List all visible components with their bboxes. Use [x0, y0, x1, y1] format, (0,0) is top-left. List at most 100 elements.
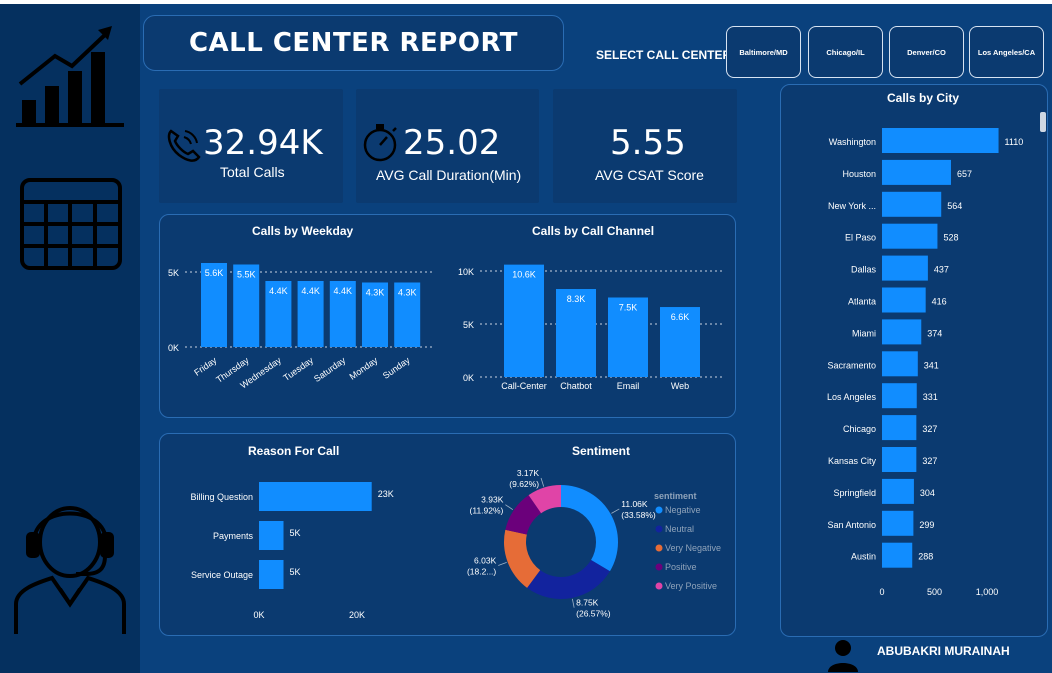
channel-data-label: 6.6K — [671, 312, 690, 322]
city-data-label: 299 — [919, 520, 934, 530]
author-name: ABUBAKRI MURAINAH — [877, 644, 1010, 658]
city-chart-scrollbar[interactable] — [1040, 112, 1046, 132]
channel-data-label: 10.6K — [512, 270, 536, 280]
channel-ytick-label: 5K — [463, 320, 474, 330]
channel-data-label: 8.3K — [567, 294, 586, 304]
sidebar — [0, 4, 140, 673]
reason-data-label: 5K — [290, 528, 301, 538]
channel-data-label: 7.5K — [619, 303, 638, 313]
sidebar-icons — [14, 26, 126, 634]
sentiment-pct-label: (18.2...) — [467, 567, 496, 577]
city-bar — [882, 542, 913, 568]
sentiment-pct-label: (11.92%) — [470, 506, 504, 516]
agent-headset-icon — [14, 506, 126, 634]
channel-category-label: Email — [617, 381, 640, 391]
city-category-label: Los Angeles — [827, 392, 877, 402]
weekday-category-label: Saturday — [312, 355, 348, 384]
city-category-label: San Antonio — [827, 520, 876, 530]
city-data-label: 564 — [947, 201, 962, 211]
select-call-center-label: SELECT CALL CENTER: — [596, 48, 736, 62]
sentiment-legend-label: Negative — [665, 505, 701, 515]
city-bar — [882, 447, 917, 472]
channel-bar — [504, 264, 544, 377]
phone-icon — [167, 129, 201, 162]
channel-ytick-label: 0K — [463, 373, 474, 383]
call-center-button-chicago[interactable]: Chicago/IL — [808, 26, 883, 78]
sentiment-pct-label: (9.62%) — [509, 479, 539, 489]
sentiment-slice — [527, 559, 610, 599]
sentiment-leader-line — [611, 508, 620, 514]
kpi-total-calls-value: 32.94K — [203, 123, 323, 163]
call-center-button-los-angeles[interactable]: Los Angeles/CA — [969, 26, 1044, 78]
weekday-data-label: 5.5K — [237, 270, 256, 280]
kpi-total-calls-label: Total Calls — [220, 164, 285, 180]
channel-category-label: Call-Center — [501, 381, 547, 391]
city-category-label: Austin — [851, 552, 876, 562]
reason-category-label: Service Outage — [191, 570, 253, 580]
sentiment-value-label: 11.06K — [621, 499, 648, 509]
weekday-data-label: 4.4K — [269, 286, 288, 296]
city-category-label: El Paso — [845, 233, 876, 243]
channel-category-label: Chatbot — [560, 381, 592, 391]
sentiment-leader-line — [505, 504, 514, 510]
sentiment-leader-line — [571, 598, 575, 608]
reason-bar — [259, 521, 284, 550]
sentiment-legend-label: Neutral — [665, 524, 694, 534]
call-center-button-baltimore[interactable]: Baltimore/MD — [726, 26, 801, 78]
kpi-avg-duration: 25.02 AVG Call Duration(Min) — [356, 89, 539, 203]
city-bar — [882, 159, 951, 185]
sentiment-legend-label: Very Negative — [665, 543, 721, 553]
city-bar — [882, 478, 914, 504]
city-category-label: Miami — [852, 328, 876, 338]
sentiment-pct-label: (26.57%) — [576, 609, 611, 619]
reason-xtick-label: 20K — [349, 610, 365, 620]
city-chart: Washington 1110 Houston 657 New York ... 564 E… — [827, 128, 1023, 597]
kpi-avg-duration-label: AVG Call Duration(Min) — [376, 167, 522, 183]
weekday-data-label: 4.3K — [398, 288, 417, 298]
sentiment-legend-marker — [655, 582, 663, 590]
channel-chart: 0K 5K 10K 10.6K Call-Center 8.3K Chatbot 7.5K Em… — [458, 264, 722, 391]
city-bar — [882, 319, 922, 345]
sentiment-pct-label: (33.58%) — [621, 510, 656, 520]
city-data-label: 304 — [920, 488, 935, 498]
user-avatar-icon — [828, 640, 858, 672]
city-bar — [882, 383, 917, 409]
weekday-chart: 0K5K 5.6KFriday5.5KThursday4.4KWednesday4… — [168, 263, 435, 391]
city-bar — [882, 223, 938, 249]
city-category-label: Washington — [829, 137, 876, 147]
city-bar — [882, 191, 942, 217]
sentiment-leader-line — [540, 477, 545, 487]
city-category-label: Dallas — [851, 265, 877, 275]
city-xtick-label: 0 — [879, 587, 884, 597]
sentiment-legend-label: Very Positive — [665, 581, 717, 591]
city-category-label: Atlanta — [848, 297, 876, 307]
growth-chart-icon[interactable] — [16, 26, 124, 127]
city-bar — [882, 415, 917, 441]
weekday-data-label: 5.6K — [205, 268, 224, 278]
kpi-avg-csat: 5.55 AVG CSAT Score — [553, 89, 737, 203]
kpi-avg-duration-value: 25.02 — [403, 123, 501, 163]
calendar-grid-icon[interactable] — [20, 178, 122, 270]
city-bar — [882, 287, 926, 313]
city-category-label: Houston — [842, 169, 876, 179]
report-title-panel: CALL CENTER REPORT — [143, 15, 564, 71]
weekday-data-label: 4.4K — [334, 286, 353, 296]
city-category-label: Kansas City — [828, 456, 877, 466]
city-data-label: 416 — [932, 297, 947, 307]
weekday-ytick-label: 5K — [168, 268, 179, 278]
city-bar — [882, 255, 928, 281]
call-center-button-denver[interactable]: Denver/CO — [889, 26, 964, 78]
sentiment-legend-marker — [655, 506, 663, 514]
weekday-category-label: Sunday — [381, 355, 412, 381]
city-data-label: 528 — [943, 233, 958, 243]
weekday-data-label: 4.4K — [301, 286, 320, 296]
sentiment-leader-line — [498, 561, 507, 566]
sentiment-value-label: 8.75K — [576, 598, 599, 608]
reason-bar — [259, 560, 284, 589]
city-data-label: 288 — [918, 552, 933, 562]
sentiment-value-label: 6.03K — [474, 556, 497, 566]
sentiment-legend-marker — [655, 525, 663, 533]
reason-bar — [259, 482, 372, 511]
reason-category-label: Billing Question — [190, 492, 253, 502]
city-bar — [882, 510, 914, 536]
